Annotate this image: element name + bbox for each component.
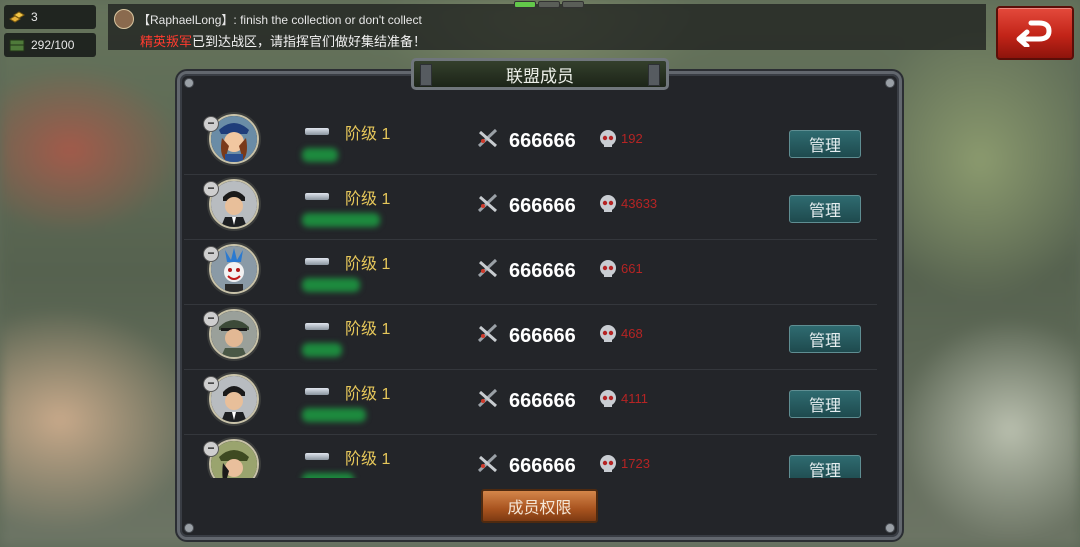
member-rank: 阶级 1 <box>345 386 391 403</box>
member-list[interactable]: − 阶级 1 666666 192 管理 − 阶级 1 666666 43633… <box>184 110 877 478</box>
rank-badge-icon <box>305 258 329 265</box>
skull-icon <box>600 390 616 407</box>
panel-rivet <box>184 523 194 533</box>
power-icon <box>477 193 498 213</box>
manage-button[interactable]: 管理 <box>789 455 861 478</box>
panel-title: 联盟成员 <box>411 58 669 90</box>
power-icon <box>477 128 498 148</box>
gold-amount: 3 <box>31 10 38 24</box>
skull-icon <box>600 195 616 212</box>
member-permissions-button[interactable]: 成员权限 <box>481 489 598 523</box>
rank-badge-icon <box>305 193 329 200</box>
member-kills: 192 <box>621 131 643 146</box>
member-name-blurred <box>302 408 366 422</box>
member-power: 666666 <box>509 130 576 152</box>
manage-button[interactable]: 管理 <box>789 195 861 223</box>
member-row[interactable]: − 阶级 1 666666 468 管理 <box>184 305 877 370</box>
remove-member-icon[interactable]: − <box>203 116 219 132</box>
rank-badge-icon <box>305 128 329 135</box>
rank-badge-icon <box>305 388 329 395</box>
member-kills: 4111 <box>621 391 648 406</box>
rank-badge-icon <box>305 323 329 330</box>
member-rank: 阶级 1 <box>345 191 391 208</box>
remove-member-icon[interactable]: − <box>203 311 219 327</box>
gold-resource[interactable]: 3 <box>4 5 96 29</box>
member-row[interactable]: − 阶级 1 666666 661 <box>184 240 877 305</box>
member-name-blurred <box>302 278 360 292</box>
supply-amount: 292/100 <box>31 38 75 52</box>
remove-member-icon[interactable]: − <box>203 246 219 262</box>
member-row[interactable]: − 阶级 1 666666 192 管理 <box>184 110 877 175</box>
skull-icon <box>600 455 616 472</box>
back-button[interactable] <box>996 6 1074 60</box>
return-arrow-icon <box>1016 20 1052 47</box>
member-name-blurred <box>302 343 342 357</box>
skull-icon <box>600 130 616 147</box>
member-name-blurred <box>302 473 354 478</box>
chat-avatar <box>114 9 134 29</box>
power-icon <box>477 323 498 343</box>
remove-member-icon[interactable]: − <box>203 441 219 457</box>
member-kills: 468 <box>621 326 643 341</box>
panel-rivet <box>885 78 895 88</box>
power-icon <box>477 258 498 278</box>
member-rank: 阶级 1 <box>345 451 391 468</box>
supply-resource[interactable]: 292/100 <box>4 33 96 57</box>
page-dot <box>538 1 560 8</box>
supply-crate-icon <box>7 36 27 54</box>
member-kills: 661 <box>621 261 643 276</box>
manage-button[interactable]: 管理 <box>789 130 861 158</box>
chat-message-line: 【RaphaelLong】: finish the collection or … <box>138 13 422 27</box>
rank-badge-icon <box>305 453 329 460</box>
panel-rivet <box>184 78 194 88</box>
panel-rivet <box>885 523 895 533</box>
member-row[interactable]: − 阶级 1 666666 4111 管理 <box>184 370 877 435</box>
skull-icon <box>600 260 616 277</box>
system-message-text: 已到达战区，请指挥官们做好集结准备！ <box>192 34 427 49</box>
member-power: 666666 <box>509 195 576 217</box>
system-message-highlight: 精英叛军 <box>140 34 193 49</box>
power-icon <box>477 453 498 473</box>
member-rank: 阶级 1 <box>345 126 391 143</box>
skull-icon <box>600 325 616 342</box>
member-row[interactable]: − 阶级 1 666666 1723 管理 <box>184 435 877 478</box>
member-power: 666666 <box>509 455 576 477</box>
member-rank: 阶级 1 <box>345 256 391 273</box>
page-dot <box>562 1 584 8</box>
chat-bar[interactable]: 【RaphaelLong】: finish the collection or … <box>108 4 986 50</box>
system-message-line: 精英叛军已到达战区，请指挥官们做好集结准备！ <box>140 31 426 50</box>
remove-member-icon[interactable]: − <box>203 376 219 392</box>
page-dot-active <box>514 1 536 8</box>
manage-button[interactable]: 管理 <box>789 325 861 353</box>
power-icon <box>477 388 498 408</box>
member-row[interactable]: − 阶级 1 666666 43633 管理 <box>184 175 877 240</box>
member-kills: 1723 <box>621 456 650 471</box>
member-name-blurred <box>302 148 338 162</box>
manage-button[interactable]: 管理 <box>789 390 861 418</box>
member-rank: 阶级 1 <box>345 321 391 338</box>
chat-page-indicator <box>514 1 584 8</box>
remove-member-icon[interactable]: − <box>203 181 219 197</box>
member-power: 666666 <box>509 325 576 347</box>
member-power: 666666 <box>509 390 576 412</box>
member-kills: 43633 <box>621 196 658 211</box>
gold-bars-icon <box>7 8 27 26</box>
member-name-blurred <box>302 213 380 227</box>
member-power: 666666 <box>509 260 576 282</box>
